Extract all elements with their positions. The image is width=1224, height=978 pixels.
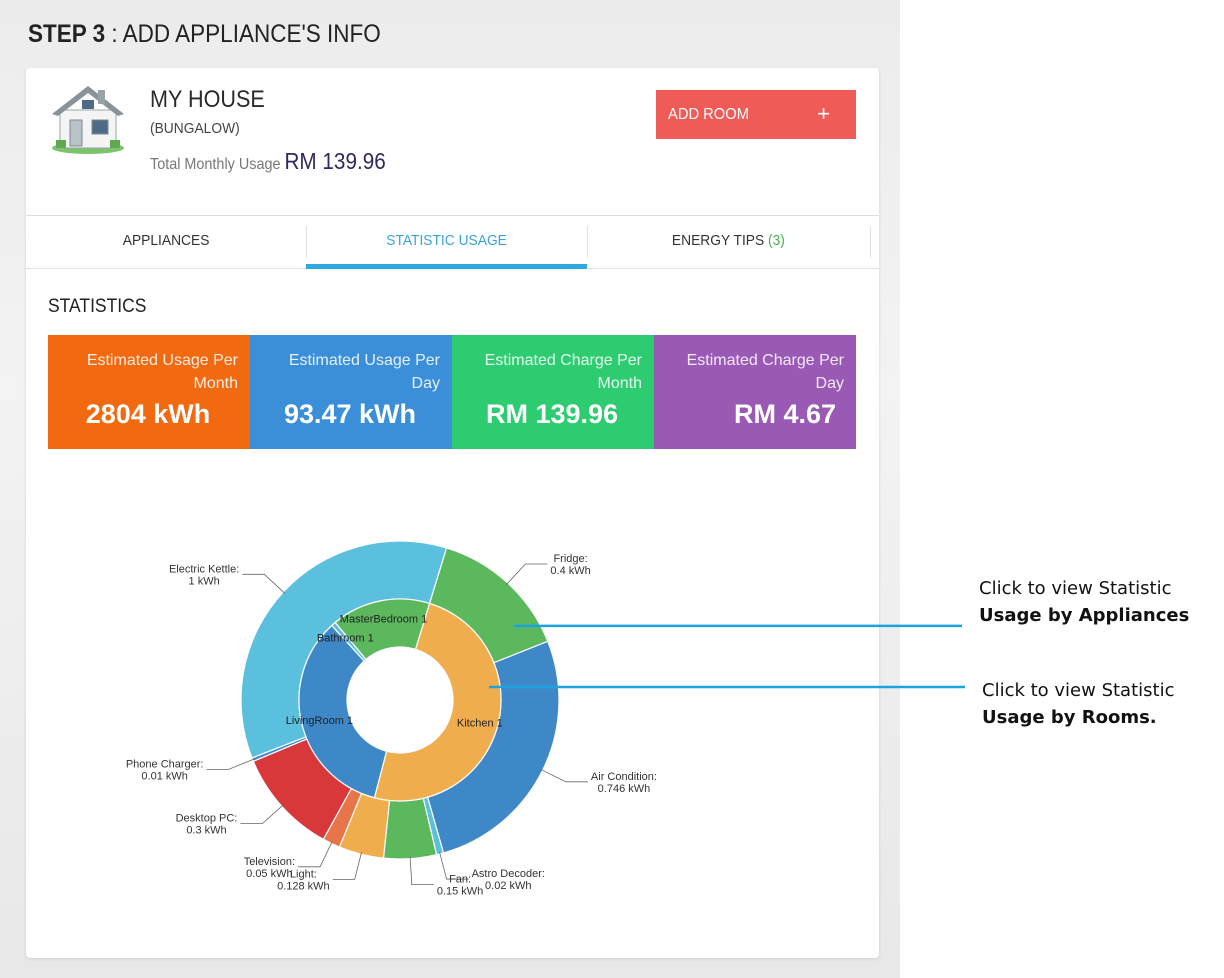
leader-line	[298, 841, 333, 868]
slice-label: Light:	[290, 868, 317, 880]
annotation-line2: Usage by Rooms.	[982, 707, 1157, 728]
leader-line	[332, 852, 362, 880]
annotation-appliances: Click to view Statistic Usage by Applian…	[979, 575, 1189, 629]
slice-value-label: 1 kWh	[189, 575, 220, 587]
slice-label: Desktop PC:	[176, 813, 238, 825]
slice-value-label: 0.746 kWh	[598, 783, 651, 795]
slice-value-label: 0.4 kWh	[550, 565, 590, 577]
slice-value-label: 0.3 kWh	[186, 825, 226, 837]
room-label: Bathroom 1	[317, 633, 374, 645]
slice-label: Astro Decoder:	[472, 868, 545, 880]
slice-value-label: 0.02 kWh	[485, 880, 531, 892]
slice-label: Television:	[244, 856, 295, 868]
leader-line	[242, 573, 286, 594]
slice-value-label: 0.05 kWh	[246, 868, 292, 880]
leader-line	[540, 769, 588, 783]
slice-label: Electric Kettle:	[169, 563, 239, 575]
room-label: MasterBedroom 1	[340, 614, 427, 626]
room-label: Kitchen 1	[457, 718, 503, 730]
annotation-line1: Click to view Statistic	[982, 680, 1175, 701]
slice-label: Air Condition:	[591, 771, 657, 783]
slice-value-label: 0.01 kWh	[141, 770, 187, 782]
slice-label: Phone Charger:	[126, 758, 204, 770]
leader-line	[206, 758, 255, 770]
slice-value-label: 0.128 kWh	[277, 880, 330, 892]
annotation-line1: Click to view Statistic	[979, 578, 1172, 599]
slice-label: Fridge:	[553, 553, 587, 565]
leader-line	[506, 563, 548, 585]
annotation-line2: Usage by Appliances	[979, 605, 1190, 626]
room-label: LivingRoom 1	[286, 715, 353, 727]
usage-donut-chart: Fridge:0.4 kWh Air Condition:0.746 kWh Ast…	[126, 540, 965, 898]
slice-value-label: 0.15 kWh	[437, 886, 483, 898]
leader-line	[409, 856, 434, 886]
leader-line	[240, 804, 284, 825]
slice-label: Fan:	[449, 874, 471, 886]
annotation-rooms: Click to view Statistic Usage by Rooms.	[982, 677, 1174, 731]
